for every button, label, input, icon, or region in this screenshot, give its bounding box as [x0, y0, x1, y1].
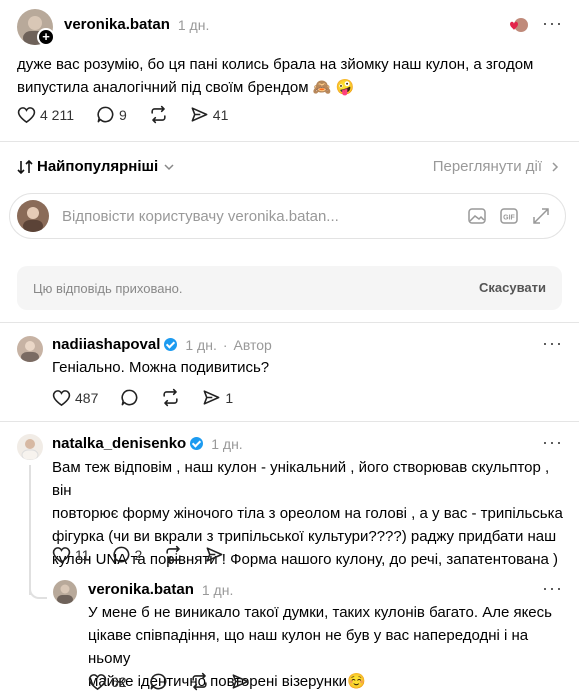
comment-time: 1 дн.	[185, 336, 217, 353]
reply-reply-button[interactable]	[149, 672, 168, 691]
view-activity-label: Переглянути дії	[432, 158, 542, 175]
cancel-hide-button[interactable]: Скасувати	[479, 280, 546, 295]
heart-icon	[17, 106, 36, 123]
post-text-line-1: дуже вас розумію, бо ця пані колись брал…	[17, 56, 534, 73]
author-label-separator: ·	[222, 336, 228, 353]
reply-like-button[interactable]: 62	[88, 673, 127, 691]
divider	[0, 322, 579, 323]
repost-icon	[166, 545, 181, 564]
expand-icon[interactable]	[531, 206, 551, 226]
comment-like-count: 11	[75, 546, 90, 563]
post-share-count: 41	[212, 106, 229, 123]
thread-connector-curve	[29, 585, 47, 599]
reply-share-button[interactable]	[231, 672, 250, 691]
comment-icon	[112, 546, 129, 563]
my-avatar	[17, 200, 49, 232]
heart-icon	[52, 389, 71, 406]
share-icon	[206, 547, 223, 562]
liked-by-avatars[interactable]	[507, 17, 529, 33]
comment-more-dots-icon[interactable]: ···	[542, 334, 563, 352]
reply-input[interactable]: Відповісти користувачу veronika.batan...…	[9, 193, 566, 239]
reply-username[interactable]: veronika.batan	[88, 581, 194, 598]
comment-time: 1 дн.	[211, 435, 243, 452]
reply-avatar[interactable]	[53, 580, 77, 604]
comment-username[interactable]: natalka_denisenko	[52, 435, 186, 452]
comment-share-count: 1	[225, 389, 234, 406]
comment-repost-button[interactable]	[164, 545, 183, 564]
repost-icon	[191, 672, 207, 691]
comment-like-button[interactable]: 487	[52, 389, 98, 407]
comment-reply-count: 2	[134, 546, 143, 563]
repost-icon	[151, 105, 166, 124]
post-like-count: 4 211	[40, 106, 74, 123]
reply-repost-button[interactable]	[190, 672, 209, 691]
sort-dropdown[interactable]: Найпопулярніші	[17, 158, 176, 175]
reply-like-count: 62	[111, 673, 127, 690]
comment-username[interactable]: nadiiashapoval	[52, 336, 160, 353]
svg-text:GIF: GIF	[503, 215, 515, 222]
heart-icon	[52, 546, 71, 563]
divider	[0, 421, 579, 422]
post-username[interactable]: veronika.batan	[64, 16, 170, 33]
verified-badge-icon	[190, 437, 204, 450]
reply-text-line-2: цікаве співпадіння, що наш кулон не був …	[88, 627, 529, 667]
thread-connector-line	[29, 465, 31, 595]
post-time: 1 дн.	[177, 16, 210, 33]
comment-like-count: 487	[75, 389, 99, 406]
repost-icon	[163, 388, 178, 407]
share-icon	[203, 390, 220, 405]
sort-arrows-icon	[17, 159, 33, 174]
image-icon[interactable]	[467, 206, 487, 226]
sort-label: Найпопулярніші	[37, 158, 159, 175]
post-more-dots-icon[interactable]: ···	[542, 14, 563, 32]
view-activity-link[interactable]: Переглянути дії	[433, 158, 562, 175]
share-icon	[191, 107, 208, 122]
comment-text-line-2: повторює форму жіночого тіла з ореолом н…	[52, 505, 563, 522]
post-like-button[interactable]: 4 211	[17, 106, 74, 124]
share-icon	[232, 674, 248, 689]
comment-avatar[interactable]	[17, 336, 43, 362]
author-label: Автор	[233, 336, 272, 353]
post-comment-button[interactable]: 9	[96, 105, 127, 124]
hidden-reply-text: Цю відповідь приховано.	[33, 281, 183, 296]
reply-text-line-1: У мене б не виникало такої думки, таких …	[88, 604, 552, 621]
heart-icon	[88, 673, 107, 690]
follow-plus-icon[interactable]: +	[37, 28, 55, 46]
comment-reply-button[interactable]: 2	[112, 545, 143, 564]
reply-placeholder: Відповісти користувачу veronika.batan...	[62, 208, 339, 225]
comment-text-line-1: Вам теж відповім , наш кулон - унікальни…	[52, 459, 550, 499]
post-comment-count: 9	[119, 106, 127, 123]
post-share-button[interactable]: 41	[190, 105, 229, 124]
comment-like-button[interactable]: 11	[52, 546, 90, 564]
comment-icon	[150, 673, 166, 690]
verified-badge-icon	[164, 338, 178, 351]
comment-share-button[interactable]	[205, 545, 224, 564]
comment-text: Геніально. Можна подивитись?	[52, 359, 270, 376]
comment-more-dots-icon[interactable]: ···	[542, 433, 563, 451]
hidden-reply-notice: Цю відповідь приховано. Скасувати	[17, 266, 562, 310]
post-repost-button[interactable]	[149, 105, 168, 124]
chevron-down-icon	[164, 163, 174, 170]
reply-more-dots-icon[interactable]: ···	[542, 579, 563, 597]
reply-time: 1 дн.	[201, 581, 234, 598]
post-text-line-2: випустила аналогічний під своїм брендом …	[17, 79, 355, 96]
comment-share-button[interactable]: 1	[202, 388, 233, 407]
chevron-right-icon	[552, 161, 559, 172]
gif-icon[interactable]: GIF	[499, 206, 519, 226]
divider	[0, 141, 579, 142]
comment-icon	[121, 389, 138, 406]
comment-icon	[97, 106, 114, 123]
comment-reply-button[interactable]	[120, 388, 139, 407]
comment-repost-button[interactable]	[161, 388, 180, 407]
comment-avatar[interactable]	[17, 434, 43, 460]
